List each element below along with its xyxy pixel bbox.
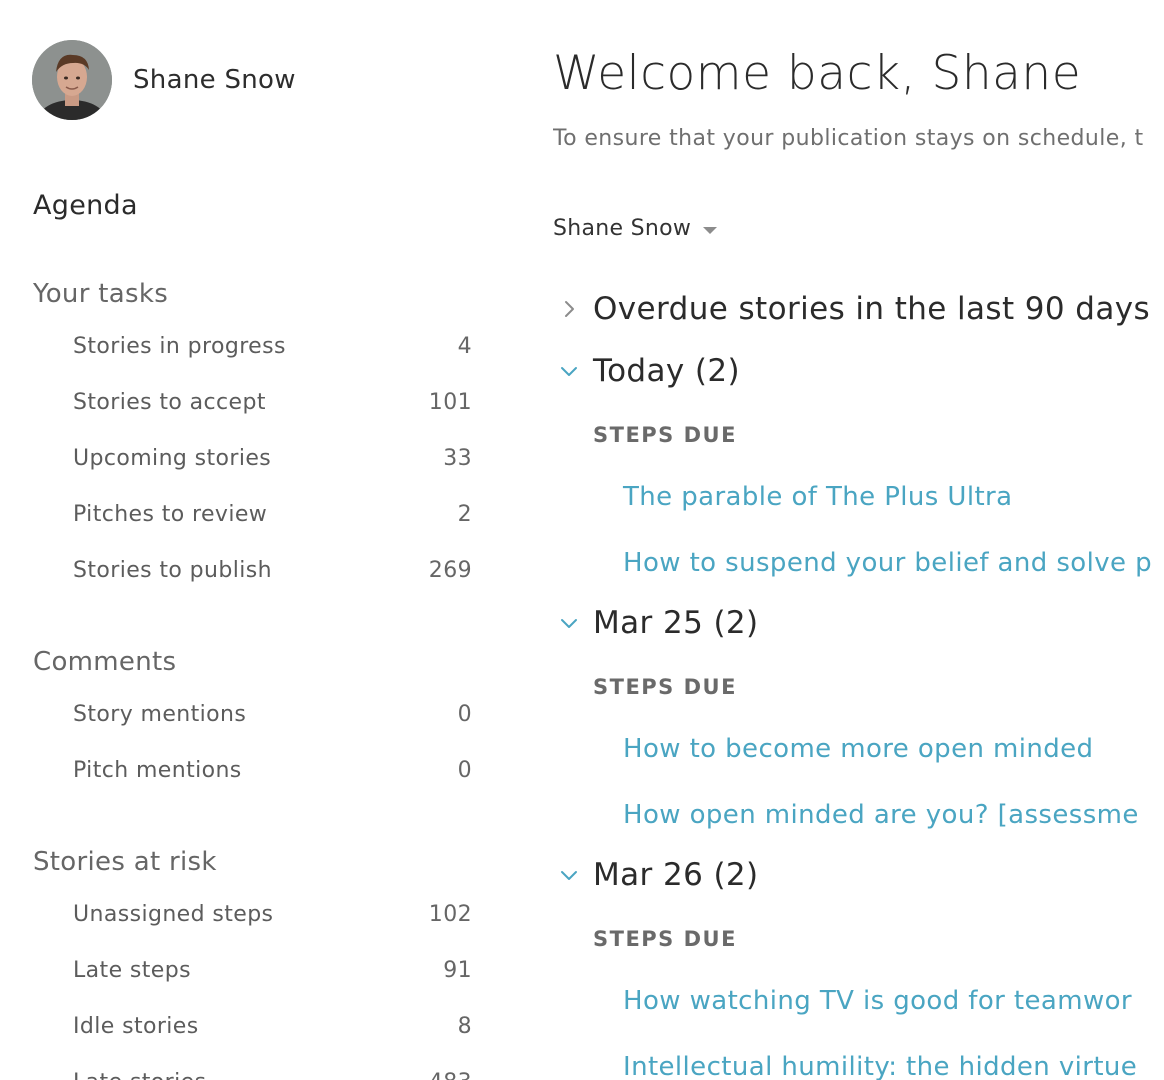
section-today-toggle[interactable]: Today (2): [553, 353, 740, 389]
sidebar-item-label: Upcoming stories: [73, 445, 272, 471]
sidebar-item-count: 269: [428, 557, 472, 583]
sidebar-item-pitches-to-review[interactable]: Pitches to review 2: [73, 494, 472, 534]
sidebar-item-unassigned-steps[interactable]: Unassigned steps 102: [73, 894, 472, 934]
sidebar-item-count: 2: [457, 501, 472, 527]
sidebar-item-stories-to-accept[interactable]: Stories to accept 101: [73, 382, 472, 422]
sidebar-item-label: Stories to publish: [73, 557, 272, 583]
sidebar-item-count: 483: [429, 1070, 472, 1080]
story-link[interactable]: How to suspend your belief and solve p: [623, 548, 1152, 578]
section-mar-25-toggle[interactable]: Mar 25 (2): [553, 605, 759, 641]
chevron-down-icon: [554, 608, 584, 638]
main-content: Welcome back, Shane To ensure that your …: [553, 0, 1164, 1080]
section-title: Overdue stories in the last 90 days: [593, 291, 1151, 327]
story-link[interactable]: How open minded are you? [assessme: [623, 800, 1139, 830]
sidebar-item-label: Stories to accept: [73, 389, 266, 415]
story-link[interactable]: The parable of The Plus Ultra: [623, 482, 1012, 512]
sidebar-item-stories-in-progress[interactable]: Stories in progress 4: [73, 326, 472, 366]
sidebar-item-label: Late stories: [73, 1070, 206, 1080]
sidebar-item-count: 101: [428, 389, 472, 415]
sidebar-item-label: Unassigned steps: [73, 901, 274, 927]
steps-due-label: STEPS DUE: [593, 675, 737, 699]
sidebar-item-upcoming-stories[interactable]: Upcoming stories 33: [73, 438, 472, 478]
section-title: Mar 25 (2): [593, 605, 759, 641]
page-title: Welcome back, Shane: [553, 46, 1082, 101]
sidebar-item-idle-stories[interactable]: Idle stories 8: [73, 1006, 472, 1046]
user-filter-label: Shane Snow: [553, 216, 692, 241]
sidebar-item-label: Stories in progress: [73, 333, 286, 359]
avatar[interactable]: [32, 40, 112, 120]
page: Shane Snow Agenda Your tasks Stories in …: [0, 0, 1164, 1080]
group-title-comments: Comments: [33, 647, 177, 677]
sidebar-item-count: 91: [443, 957, 472, 983]
section-mar-26-toggle[interactable]: Mar 26 (2): [553, 857, 759, 893]
user-filter-dropdown[interactable]: Shane Snow: [553, 216, 718, 241]
sidebar-item-count: 8: [457, 1013, 472, 1039]
avatar-image: [32, 40, 112, 120]
sidebar-item-label: Idle stories: [73, 1013, 199, 1039]
sidebar: Shane Snow Agenda Your tasks Stories in …: [0, 0, 500, 1080]
section-title: Today (2): [593, 353, 741, 389]
intro-text: To ensure that your publication stays on…: [553, 126, 1144, 151]
section-overdue-toggle[interactable]: Overdue stories in the last 90 days: [553, 291, 1150, 327]
sidebar-item-label: Pitches to review: [73, 501, 268, 527]
steps-due-label: STEPS DUE: [593, 423, 737, 447]
profile[interactable]: Shane Snow: [32, 40, 296, 120]
chevron-right-icon: [554, 294, 584, 324]
profile-name[interactable]: Shane Snow: [133, 65, 296, 95]
story-link[interactable]: How watching TV is good for teamwor: [623, 986, 1132, 1016]
sidebar-item-pitch-mentions[interactable]: Pitch mentions 0: [73, 750, 472, 790]
chevron-down-icon: [554, 860, 584, 890]
caret-down-icon: [703, 226, 718, 234]
sidebar-item-label: Late steps: [73, 957, 191, 983]
story-link[interactable]: How to become more open minded: [623, 734, 1093, 764]
chevron-down-icon: [554, 356, 584, 386]
steps-due-label: STEPS DUE: [593, 927, 737, 951]
sidebar-item-stories-to-publish[interactable]: Stories to publish 269: [73, 550, 472, 590]
sidebar-item-late-steps[interactable]: Late steps 91: [73, 950, 472, 990]
sidebar-item-count: 33: [443, 445, 472, 471]
sidebar-item-count: 102: [428, 901, 472, 927]
story-link[interactable]: Intellectual humility: the hidden virtue: [623, 1052, 1137, 1080]
group-title-stories-at-risk: Stories at risk: [33, 847, 217, 877]
sidebar-item-count: 0: [457, 701, 472, 727]
agenda-heading: Agenda: [33, 190, 138, 221]
sidebar-item-count: 0: [457, 757, 472, 783]
sidebar-item-story-mentions[interactable]: Story mentions 0: [73, 694, 472, 734]
group-title-your-tasks: Your tasks: [33, 279, 169, 309]
sidebar-item-label: Story mentions: [73, 701, 247, 727]
sidebar-item-label: Pitch mentions: [73, 757, 242, 783]
sidebar-item-late-stories[interactable]: Late stories 483: [73, 1062, 472, 1080]
sidebar-item-count: 4: [457, 333, 472, 359]
section-title: Mar 26 (2): [593, 857, 759, 893]
